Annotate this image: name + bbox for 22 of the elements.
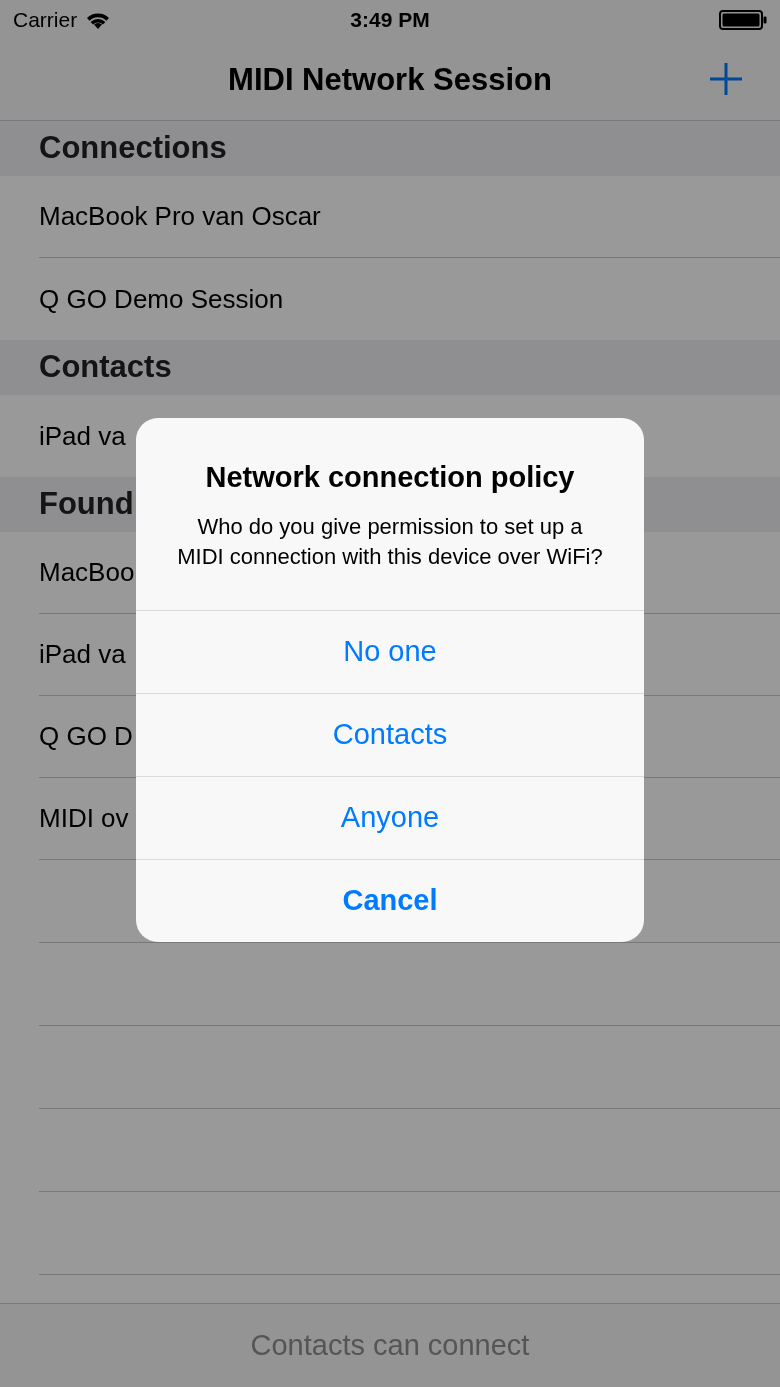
carrier-label: Carrier	[13, 7, 78, 34]
alert-action-button[interactable]: Cancel	[136, 858, 644, 942]
add-icon[interactable]	[709, 62, 743, 96]
section-header: Connections	[39, 129, 227, 168]
list-item[interactable]: MacBook Pro van Oscar	[39, 197, 321, 236]
toolbar-status: Contacts can connect	[250, 1327, 530, 1363]
alert-title: Network connection policy	[205, 460, 575, 495]
list-item[interactable]: Q GO D	[39, 717, 133, 756]
status-time: 3:49 PM	[349, 7, 431, 34]
alert-action-button[interactable]: No one	[136, 609, 644, 693]
nav-title: MIDI Network Session	[228, 60, 552, 99]
list-item[interactable]: Q GO Demo Session	[39, 279, 284, 319]
section-header: Found	[39, 485, 134, 524]
list-item[interactable]: MacBoo	[39, 553, 135, 592]
alert-action-button[interactable]: Anyone	[136, 775, 644, 859]
list-item[interactable]: iPad va	[39, 635, 126, 674]
section-header: Contacts	[39, 348, 172, 387]
list-item[interactable]: iPad va	[39, 416, 126, 456]
battery-icon	[719, 10, 767, 30]
alert-message: Who do you give permission to set up a MIDI connection with this device over WiFi?	[176, 512, 604, 571]
alert-action-button[interactable]: Contacts	[136, 692, 644, 776]
list-item[interactable]: MIDI ov	[39, 799, 129, 838]
